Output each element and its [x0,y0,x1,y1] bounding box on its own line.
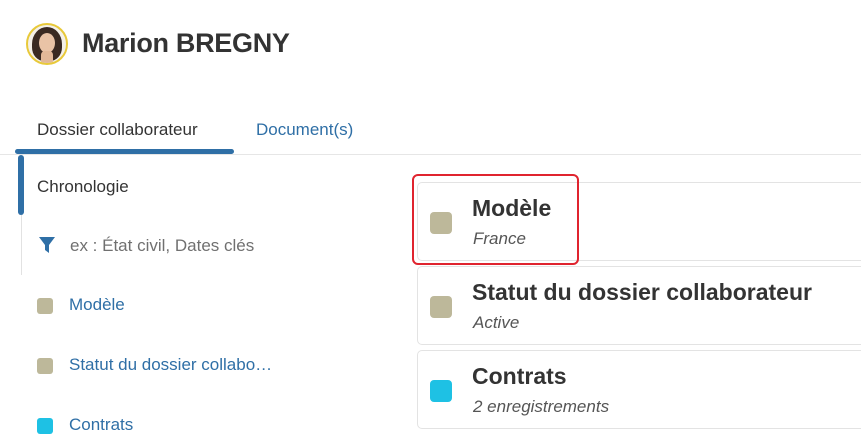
sidebar-active-indicator [18,155,24,215]
sidebar-divider [21,215,22,275]
sidebar-title[interactable]: Chronologie [37,177,129,197]
category-color-swatch [37,358,53,374]
category-color-swatch [430,212,452,234]
sidebar-item-label: Modèle [69,295,125,314]
card-modele[interactable]: Modèle France [417,182,861,261]
filter-icon [39,237,55,253]
category-color-swatch [430,380,452,402]
header: Marion BREGNY [0,0,861,90]
filter-input[interactable] [70,232,285,260]
card-title: Contrats [472,363,567,389]
category-color-swatch [37,298,53,314]
category-color-swatch [37,418,53,434]
category-color-swatch [430,296,452,318]
filter-row [38,232,288,262]
card-title: Statut du dossier collaborateur [472,279,812,305]
active-tab-indicator [15,149,234,154]
sidebar-item-label: Contrats [69,415,134,434]
card-statut[interactable]: Statut du dossier collaborateur Active [417,266,861,345]
avatar[interactable] [26,23,68,65]
card-title: Modèle [472,195,552,221]
tab-dossier-collaborateur[interactable]: Dossier collaborateur [37,120,198,140]
card-subtitle: 2 enregistrements [473,397,610,416]
sidebar-item-label: Statut du dossier collabo… [69,355,273,374]
card-contrats[interactable]: Contrats 2 enregistrements [417,350,861,429]
card-subtitle: France [473,229,526,248]
tab-documents[interactable]: Document(s) [256,120,353,140]
user-name: Marion BREGNY [82,28,290,58]
card-subtitle: Active [473,313,520,332]
tab-bar: Dossier collaborateur Document(s) [0,112,861,155]
